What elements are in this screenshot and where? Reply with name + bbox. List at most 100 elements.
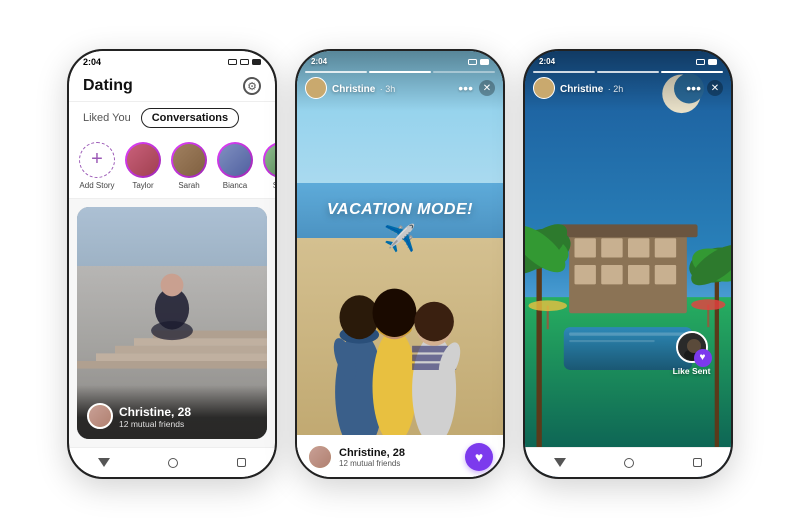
story-user-info-mid: Christine · 3h <box>305 77 395 99</box>
add-story-label: Add Story <box>79 181 114 190</box>
add-story-circle[interactable]: + <box>79 142 115 178</box>
bianca-label: Bianca <box>223 181 247 190</box>
bianca-avatar-inner <box>219 144 251 176</box>
sarah-label: Sarah <box>178 181 199 190</box>
taylor-avatar-inner <box>127 144 159 176</box>
story-bar-2 <box>369 71 431 73</box>
story-bar-right-3 <box>661 71 723 73</box>
mid-card-mutual: 12 mutual friends <box>339 459 405 468</box>
phone-right-inner: 2:04 <box>525 51 731 477</box>
recents-button-right[interactable] <box>693 458 702 467</box>
story-sp[interactable]: Sp... <box>263 142 275 190</box>
sp-avatar <box>263 142 275 178</box>
more-icon-right[interactable]: ••• <box>686 80 701 96</box>
dating-header: Dating ⚙ <box>69 69 275 102</box>
profile-card[interactable]: Christine, 28 12 mutual friends <box>77 207 267 439</box>
add-story-item[interactable]: + Add Story <box>79 142 115 190</box>
story-avatar-right <box>533 77 555 99</box>
battery-icon <box>252 59 261 65</box>
sp-label: Sp... <box>273 181 275 190</box>
story-content-mid[interactable]: Christine · 3h ••• ✕ VACATION MODE <box>297 51 503 447</box>
wifi-icon <box>240 59 249 65</box>
status-icons-right <box>696 59 717 65</box>
status-time: 2:04 <box>83 57 101 67</box>
battery-icon-right <box>708 59 717 65</box>
plane-emoji: ✈️ <box>327 223 473 254</box>
sp-avatar-inner <box>265 144 275 176</box>
like-sent-heart-icon: ♥ <box>694 349 712 367</box>
mid-card-text: Christine, 28 12 mutual friends <box>339 447 405 468</box>
close-icon-right: ✕ <box>711 83 719 94</box>
phone-left: 2:04 Dating ⚙ Liked You Conversations <box>67 49 277 479</box>
phones-container: 2:04 Dating ⚙ Liked You Conversations <box>47 29 753 499</box>
phone-mid-inner: 2:04 <box>297 51 503 477</box>
story-bars-right <box>533 71 723 73</box>
mid-card-avatar-shape <box>309 446 331 468</box>
story-avatar-mid <box>305 77 327 99</box>
status-icons <box>228 59 261 65</box>
story-username-right: Christine <box>560 84 603 95</box>
status-time-mid: 2:04 <box>311 57 327 66</box>
taylor-avatar <box>125 142 161 178</box>
phone-mid: 2:04 <box>295 49 505 479</box>
close-icon-mid: ✕ <box>483 83 491 94</box>
card-info: Christine, 28 12 mutual friends <box>77 385 267 439</box>
close-button-mid[interactable]: ✕ <box>479 80 495 96</box>
card-text: Christine, 28 12 mutual friends <box>119 405 191 429</box>
phone-left-inner: 2:04 Dating ⚙ Liked You Conversations <box>69 51 275 477</box>
bianca-avatar <box>217 142 253 178</box>
gear-button[interactable]: ⚙ <box>243 77 261 95</box>
tab-liked-you[interactable]: Liked You <box>83 109 131 127</box>
story-bianca[interactable]: Bianca <box>217 142 253 190</box>
story-content-right[interactable]: Christine · 2h ••• ✕ <box>525 51 731 447</box>
status-bar-mid: 2:04 <box>297 51 503 68</box>
close-button-right[interactable]: ✕ <box>707 80 723 96</box>
card-avatar <box>87 403 113 429</box>
sarah-avatar-inner <box>173 144 205 176</box>
mid-card-name: Christine, 28 <box>339 447 405 459</box>
recents-button[interactable] <box>237 458 246 467</box>
gear-icon: ⚙ <box>247 80 257 93</box>
like-sent-avatar-container: ♥ <box>676 331 708 363</box>
story-user-info-right: Christine · 2h <box>533 77 623 99</box>
back-button[interactable] <box>98 458 110 467</box>
status-time-right: 2:04 <box>539 57 555 66</box>
story-bar-1 <box>305 71 367 73</box>
home-button-right[interactable] <box>624 458 634 468</box>
story-bars-mid <box>305 71 495 73</box>
signal-icon-mid <box>468 59 477 65</box>
more-icon-mid[interactable]: ••• <box>458 80 473 96</box>
dating-title: Dating <box>83 77 133 95</box>
story-topbar-right: Christine · 2h ••• ✕ <box>533 77 723 99</box>
status-bar-right: 2:04 <box>525 51 731 68</box>
signal-icon <box>228 59 237 65</box>
story-actions-mid: ••• ✕ <box>458 80 495 96</box>
story-topbar-mid: Christine · 3h ••• ✕ <box>305 77 495 99</box>
heart-button-mid[interactable]: ♥ <box>465 443 493 471</box>
status-icons-mid <box>468 59 489 65</box>
card-name: Christine, 28 <box>119 405 191 419</box>
battery-icon-mid <box>480 59 489 65</box>
taylor-label: Taylor <box>132 181 153 190</box>
vacation-overlay: VACATION MODE! ✈️ <box>327 201 473 254</box>
home-button[interactable] <box>168 458 178 468</box>
story-bar-right-2 <box>597 71 659 73</box>
vacation-text: VACATION MODE! <box>327 201 473 219</box>
story-sarah[interactable]: Sarah <box>171 142 207 190</box>
signal-icon-right <box>696 59 705 65</box>
tab-conversations[interactable]: Conversations <box>141 108 239 128</box>
story-time-value-mid: 3h <box>385 84 395 94</box>
plus-icon: + <box>91 149 103 169</box>
back-button-right[interactable] <box>554 458 566 467</box>
story-bar-3 <box>433 71 495 73</box>
phone-right: 2:04 <box>523 49 733 479</box>
story-user-details-right: Christine · 2h <box>560 79 623 97</box>
story-bar-right-1 <box>533 71 595 73</box>
story-user-details-mid: Christine · 3h <box>332 79 395 97</box>
story-time-value-right: 2h <box>613 84 623 94</box>
mid-card-info: Christine, 28 12 mutual friends ♥ <box>297 435 503 477</box>
story-actions-right: ••• ✕ <box>686 80 723 96</box>
like-sent-badge: ♥ Like Sent <box>673 331 711 376</box>
mid-card-avatar <box>307 444 333 470</box>
story-taylor[interactable]: Taylor <box>125 142 161 190</box>
